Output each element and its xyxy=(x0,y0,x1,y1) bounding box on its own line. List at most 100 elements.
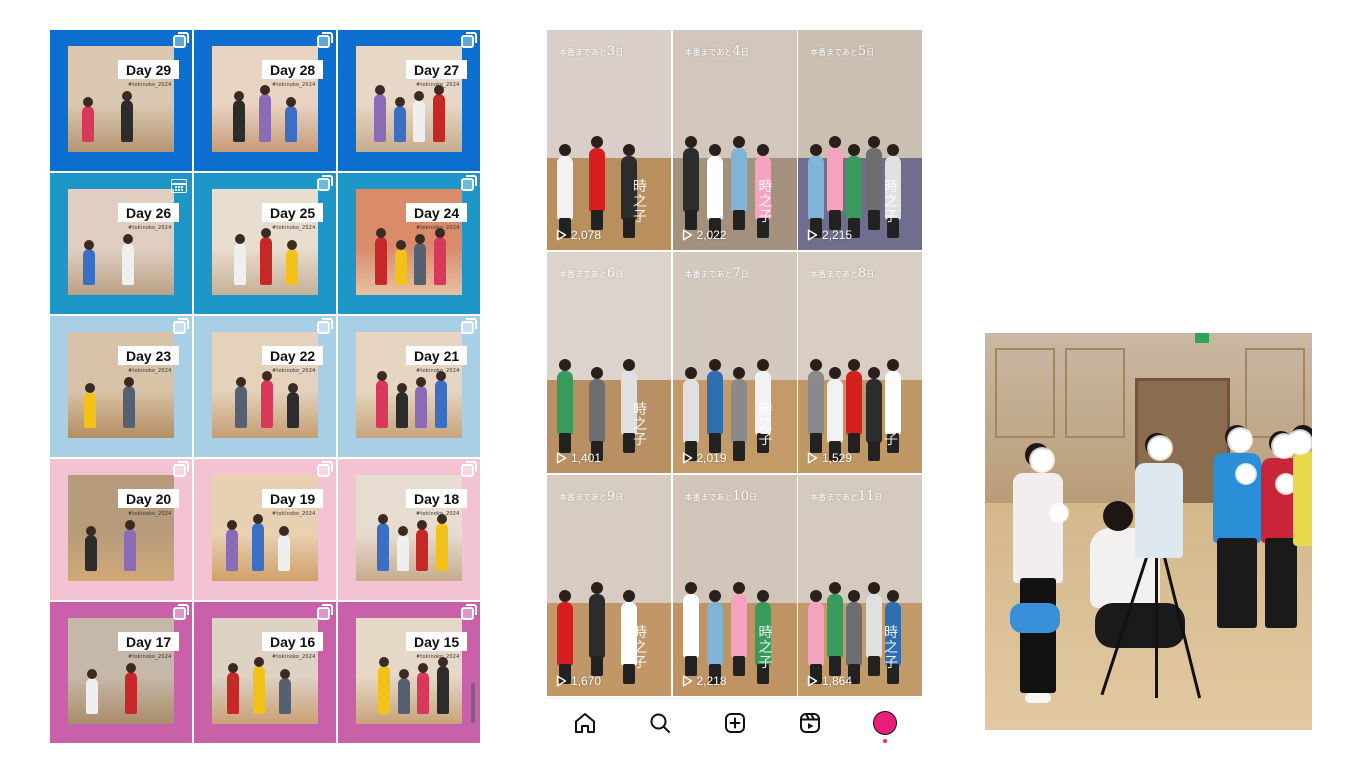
hashtag-label: #tokinoko_2024 xyxy=(272,225,316,231)
countdown-prefix: 本番まであと xyxy=(810,48,858,57)
grid-post[interactable]: Day 26 #tokinoko_2024 xyxy=(50,173,192,314)
search-button[interactable] xyxy=(646,709,674,737)
grid-post[interactable]: Day 19 #tokinoko_2024 xyxy=(194,459,336,600)
grid-post[interactable]: Day 29 #tokinoko_2024 xyxy=(50,30,192,171)
person-figure xyxy=(396,526,409,571)
home-button[interactable] xyxy=(571,709,599,737)
reel-thumbnail[interactable]: 本番まであと4日 時之子 2,022 xyxy=(672,30,797,250)
person-figure xyxy=(865,582,882,676)
view-count: 1,670 xyxy=(556,674,601,688)
play-icon xyxy=(682,452,692,464)
calendar-icon xyxy=(171,179,187,193)
grid-post[interactable]: Day 15 #tokinoko_2024 xyxy=(338,602,480,743)
person-figure xyxy=(261,371,273,428)
grid-post[interactable]: Day 18 #tokinoko_2024 xyxy=(338,459,480,600)
hashtag-label: #tokinoko_2024 xyxy=(128,511,172,517)
person-figure xyxy=(397,669,410,714)
hashtag-label: #tokinoko_2024 xyxy=(272,82,316,88)
reel-thumbnail[interactable]: 本番まであと8日 時之子 1,529 xyxy=(798,252,922,473)
view-count-text: 1,864 xyxy=(822,674,853,688)
countdown-label: 本番まであと10日 xyxy=(685,489,757,504)
reels-grid: 本番まであと3日 時之子 2,078 本番まであと4日 時之子 2,022 本番まであと5日… xyxy=(547,30,922,698)
countdown-prefix: 本番まであと xyxy=(684,48,733,57)
person-figure xyxy=(259,85,271,142)
person-figure xyxy=(286,240,298,285)
person-figure xyxy=(808,144,824,238)
grid-post[interactable]: Day 20 #tokinoko_2024 xyxy=(50,459,192,600)
multi-post-icon xyxy=(461,461,477,477)
countdown-number: 11 xyxy=(857,489,875,504)
grid-post[interactable]: Day 25 #tokinoko_2024 xyxy=(194,173,336,314)
day-label: Day 23 xyxy=(118,346,180,365)
face-blur xyxy=(1029,447,1055,473)
day-label: Day 19 xyxy=(262,489,324,508)
person-figure xyxy=(682,367,699,461)
grid-post[interactable]: Day 21 #tokinoko_2024 xyxy=(338,316,480,457)
person-figure xyxy=(260,228,272,285)
hashtag-label: #tokinoko_2024 xyxy=(128,225,172,231)
wall-panel xyxy=(995,348,1055,438)
notification-dot xyxy=(882,739,887,743)
scroll-indicator[interactable] xyxy=(471,683,475,723)
reel-thumbnail[interactable]: 本番まであと5日 時之子 2,215 xyxy=(798,30,922,250)
person-figure xyxy=(124,520,136,571)
photographer-figure xyxy=(1095,603,1185,648)
view-count-text: 2,215 xyxy=(822,228,853,242)
watermark-logo: 時之子 xyxy=(758,179,773,225)
profile-button[interactable] xyxy=(871,709,899,743)
person-figure xyxy=(415,377,427,428)
reel-thumbnail[interactable]: 本番まであと9日 時之子 1,670 xyxy=(547,475,671,696)
view-count-text: 2,078 xyxy=(571,228,602,242)
reel-thumbnail[interactable]: 本番まであと3日 時之子 2,078 xyxy=(547,30,671,250)
grid-post[interactable]: Day 24 #tokinoko_2024 xyxy=(338,173,480,314)
bottom-navigation xyxy=(547,698,922,747)
face-blur xyxy=(1287,429,1312,455)
play-icon xyxy=(807,675,818,687)
view-count: 2,022 xyxy=(682,228,727,242)
watermark-logo: 時之子 xyxy=(758,402,773,448)
person-figure xyxy=(125,663,137,714)
grid-post[interactable]: Day 23 #tokinoko_2024 xyxy=(50,316,192,457)
reel-thumbnail[interactable]: 本番まであと6日 時之子 1,401 xyxy=(547,252,671,473)
countdown-prefix: 本番まであと xyxy=(684,493,733,502)
create-button[interactable] xyxy=(721,709,749,737)
watermark-logo: 時之子 xyxy=(633,625,647,671)
reel-thumbnail[interactable]: 本番まであと11日 時之子 1,864 xyxy=(798,475,922,696)
child-figure xyxy=(1020,578,1056,693)
person-figure xyxy=(394,240,407,285)
person-figure xyxy=(413,91,425,142)
person-figure xyxy=(375,228,387,285)
reel-thumbnail[interactable]: 本番まであと10日 時之子 2,218 xyxy=(672,475,797,696)
person-figure xyxy=(393,97,406,142)
view-count-text: 1,670 xyxy=(571,674,602,688)
reel-thumbnail[interactable]: 本番まであと7日 時之子 2,019 xyxy=(672,252,797,473)
grid-post[interactable]: Day 22 #tokinoko_2024 xyxy=(194,316,336,457)
reels-button[interactable] xyxy=(796,709,824,737)
person-figure xyxy=(395,383,408,428)
view-count: 2,019 xyxy=(682,451,727,465)
grid-post[interactable]: Day 28 #tokinoko_2024 xyxy=(194,30,336,171)
person-figure xyxy=(378,657,390,714)
play-icon xyxy=(682,675,692,687)
countdown-label: 本番まであと3日 xyxy=(559,44,623,59)
reels-icon xyxy=(799,713,820,733)
watermark-logo: 時之子 xyxy=(884,402,898,448)
person-figure xyxy=(253,657,265,714)
view-count-text: 2,022 xyxy=(696,228,727,242)
photographer-head xyxy=(1103,501,1133,531)
play-icon xyxy=(556,452,567,464)
child-figure xyxy=(1013,473,1063,583)
countdown-label: 本番まであと5日 xyxy=(810,44,874,59)
multi-post-icon xyxy=(173,604,189,620)
grid-post[interactable]: Day 16 #tokinoko_2024 xyxy=(194,602,336,743)
child-figure xyxy=(1293,451,1312,546)
grid-post[interactable]: Day 27 #tokinoko_2024 xyxy=(338,30,480,171)
countdown-number: 7 xyxy=(732,266,741,281)
face-blur xyxy=(1049,503,1069,523)
day-label: Day 27 xyxy=(406,60,468,79)
grid-post[interactable]: Day 17 #tokinoko_2024 xyxy=(50,602,192,743)
countdown-suffix: 日 xyxy=(874,493,883,502)
person-figure xyxy=(589,582,605,676)
person-figure xyxy=(682,136,699,230)
view-count: 2,218 xyxy=(682,674,727,688)
